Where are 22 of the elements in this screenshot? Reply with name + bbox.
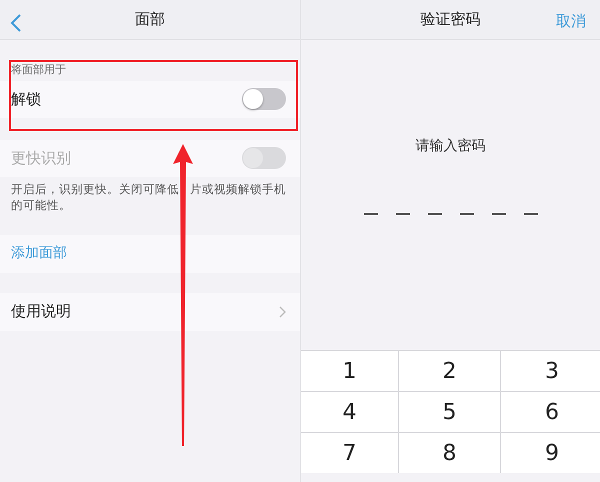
section-label: 将面部用于 — [10, 62, 67, 78]
keypad-key[interactable]: 8 — [399, 433, 500, 473]
prompt-text: 请输入密码 — [416, 137, 486, 156]
page-title: 验证密码 — [420, 9, 480, 30]
instructions-row[interactable]: 使用说明 — [0, 292, 300, 330]
keypad-key[interactable]: 6 — [501, 392, 600, 432]
keypad-key[interactable]: 1 — [301, 351, 398, 391]
page-title: 面部 — [135, 9, 165, 30]
keypad-key[interactable]: 4 — [301, 392, 398, 432]
keypad-key[interactable]: 3 — [501, 351, 600, 391]
setting-label: 解锁 — [11, 88, 41, 110]
description-text: 开启后，识别更快。关闭可降低 — [11, 180, 179, 196]
description-text: 片或视频解锁手机 — [190, 180, 286, 196]
keypad-key[interactable]: 2 — [399, 351, 500, 391]
keypad-key[interactable]: 9 — [501, 433, 600, 473]
keypad-key[interactable]: 7 — [301, 433, 398, 473]
description-text: 的可能性。 — [11, 198, 71, 212]
keypad-key[interactable]: 5 — [399, 392, 500, 432]
toggle-switch[interactable] — [242, 88, 286, 110]
row-label: 使用说明 — [11, 301, 71, 322]
setting-label: 更快识别 — [11, 148, 71, 169]
chevron-icon — [279, 306, 286, 318]
